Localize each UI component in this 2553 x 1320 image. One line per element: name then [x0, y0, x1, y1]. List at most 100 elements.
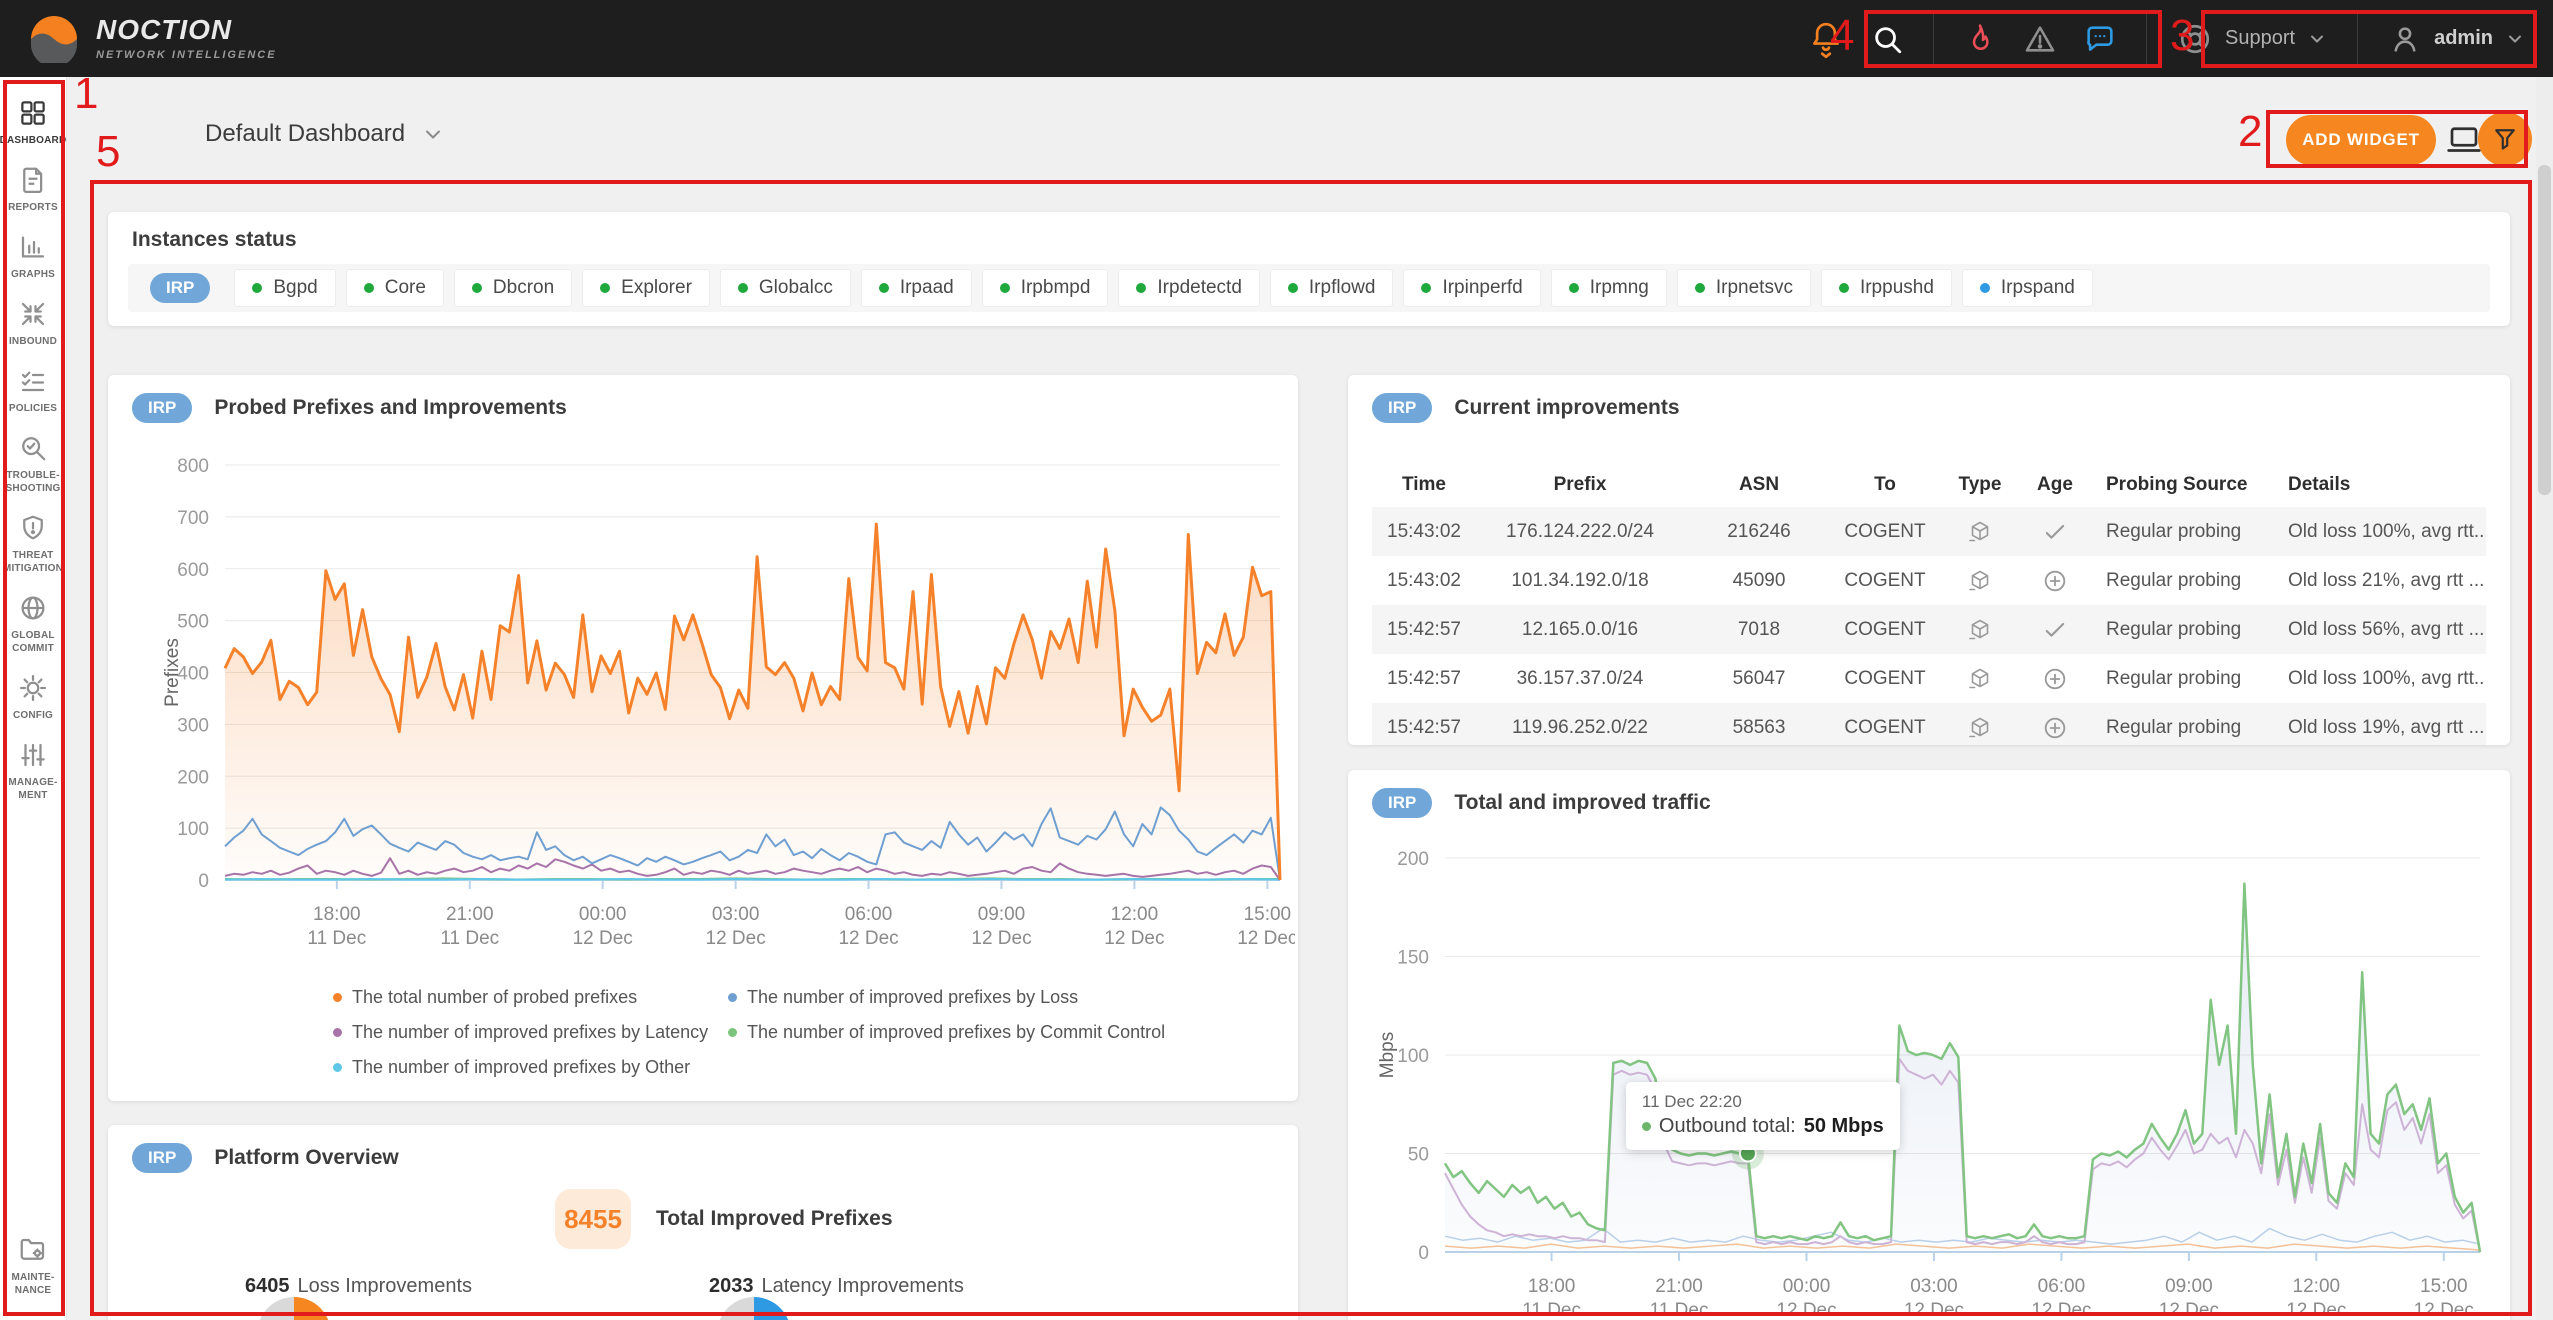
svg-text:21:0011 Dec: 21:0011 Dec	[440, 904, 499, 949]
sidebar-item-threat-mitigation[interactable]: THREAT MITIGATION	[0, 504, 66, 584]
sidebar-item-config[interactable]: CONFIG	[0, 664, 66, 731]
widget-header: IRP Probed Prefixes and Improvements	[132, 393, 567, 423]
sidebar-item-global-commit[interactable]: GLOBAL COMMIT	[0, 584, 66, 664]
instances-status-widget: Instances status IRP BgpdCoreDbcronExplo…	[108, 212, 2510, 326]
loss-improvements-stat: 6405 Loss Improvements	[245, 1275, 472, 1298]
improvements-data-table: TimePrefixASNToTypeAgeProbing SourceDeta…	[1372, 463, 2486, 745]
svg-text:12:0012 Dec: 12:0012 Dec	[1104, 904, 1164, 949]
cell-time: 15:42:57	[1372, 703, 1476, 745]
svg-text:12:0012 Dec: 12:0012 Dec	[2286, 1276, 2346, 1320]
status-dot-icon	[1421, 283, 1431, 293]
instance-name: Globalcc	[759, 277, 833, 299]
current-improvements-widget: IRP Current improvements TimePrefixASNTo…	[1348, 375, 2510, 745]
stat-value: 2033	[709, 1275, 754, 1297]
scrollbar-thumb[interactable]	[2538, 165, 2551, 495]
widget-header: IRP Current improvements	[1372, 393, 1680, 423]
filter-button[interactable]	[2478, 112, 2532, 166]
search-icon[interactable]	[1870, 22, 1904, 56]
flame-alerts-icon[interactable]	[1963, 22, 1997, 56]
instance-chip: Irppushd	[1821, 269, 1952, 307]
svg-text:00:0012 Dec: 00:0012 Dec	[1776, 1276, 1836, 1320]
status-dot-icon	[1288, 283, 1298, 293]
sidebar-item-maintenance[interactable]: MAINTE-NANCE	[0, 1226, 66, 1306]
svg-text:300: 300	[177, 715, 209, 736]
irp-badge: IRP	[132, 1143, 192, 1173]
table-row[interactable]: 15:42:5712.165.0.0/167018COGENTRegular p…	[1372, 605, 2486, 654]
legend-dot-icon	[728, 993, 737, 1002]
notifications-bell-icon[interactable]	[1808, 19, 1844, 59]
annotation-number-1: 1	[74, 72, 98, 116]
page-scrollbar[interactable]	[2536, 77, 2553, 1320]
column-header: Age	[2024, 463, 2086, 507]
traffic-chart-svg: 05010015020018:0011 Dec21:0011 Dec00:001…	[1375, 842, 2495, 1320]
tooltip-label: Outbound total:	[1659, 1115, 1796, 1138]
sidebar-item-troubleshooting[interactable]: TROUBLE-SHOOTING	[0, 424, 66, 504]
display-mode-button[interactable]	[2446, 125, 2482, 155]
dashboard-grid-icon	[18, 98, 48, 128]
svg-text:200: 200	[177, 767, 209, 788]
svg-text:150: 150	[1397, 948, 1429, 969]
svg-text:21:0011 Dec: 21:0011 Dec	[1650, 1276, 1709, 1320]
legend-label: The total number of probed prefixes	[352, 987, 637, 1008]
status-dot-icon	[600, 283, 610, 293]
cell-age	[2024, 556, 2086, 605]
tooltip-value: 50 Mbps	[1804, 1115, 1884, 1138]
cell-prefix: 119.96.252.0/22	[1476, 703, 1684, 745]
chat-bubble-icon[interactable]	[2083, 22, 2117, 56]
svg-text:03:0012 Dec: 03:0012 Dec	[1904, 1276, 1964, 1320]
cell-probing-source: Regular probing	[2086, 654, 2268, 703]
legend-item: The number of improved prefixes by Laten…	[333, 1022, 728, 1043]
chevron-down-icon	[421, 122, 445, 146]
reports-document-icon	[18, 165, 48, 195]
sidebar-item-policies[interactable]: POLICIES	[0, 357, 66, 424]
stat-label: Loss Improvements	[298, 1275, 473, 1297]
cell-asn: 56047	[1684, 654, 1834, 703]
sidebar-item-inbound[interactable]: INBOUND	[0, 290, 66, 357]
instance-chip: Irpbmpd	[982, 269, 1109, 307]
brand-tagline: NETWORK INTELLIGENCE	[96, 49, 277, 61]
irp-badge: IRP	[132, 393, 192, 423]
brand-logo[interactable]: NOCTION NETWORK INTELLIGENCE	[30, 15, 277, 63]
instance-name: Irppushd	[1860, 277, 1934, 299]
sidebar-item-label: MANAGE-MENT	[1, 776, 65, 802]
global-globe-icon	[18, 593, 48, 623]
loss-pie-chart	[257, 1297, 331, 1320]
age-new-icon	[2042, 715, 2068, 741]
column-header: ASN	[1684, 463, 1834, 507]
table-row[interactable]: 15:42:5736.157.37.0/2456047COGENTRegular…	[1372, 654, 2486, 703]
sidebar-item-graphs[interactable]: GRAPHS	[0, 223, 66, 290]
cell-age	[2024, 605, 2086, 654]
topbar-divider	[2146, 14, 2147, 64]
sidebar-item-management[interactable]: MANAGE-MENT	[0, 731, 66, 811]
sidebar-item-reports[interactable]: REPORTS	[0, 156, 66, 223]
instance-name: Explorer	[621, 277, 692, 299]
legend-dot-icon	[333, 993, 342, 1002]
latency-improvements-stat: 2033Latency Improvements	[709, 1275, 964, 1298]
stat-value: 6405	[245, 1275, 290, 1297]
warning-triangle-icon[interactable]	[2023, 22, 2057, 56]
total-improved-value: 8455	[555, 1189, 631, 1249]
table-row[interactable]: 15:42:57119.96.252.0/2258563COGENTRegula…	[1372, 703, 2486, 745]
cell-time: 15:43:02	[1372, 556, 1476, 605]
user-menu[interactable]: admin	[2388, 22, 2525, 56]
dashboard-selector[interactable]: Default Dashboard	[205, 120, 445, 148]
legend-item: The number of improved prefixes by Loss	[728, 987, 1165, 1008]
cell-prefix: 101.34.192.0/18	[1476, 556, 1684, 605]
table-row[interactable]: 15:43:02101.34.192.0/1845090COGENTRegula…	[1372, 556, 2486, 605]
status-dot-icon	[738, 283, 748, 293]
svg-text:800: 800	[177, 456, 209, 477]
cell-to: COGENT	[1834, 556, 1936, 605]
sidebar-item-dashboard[interactable]: DASHBOARD	[0, 89, 66, 156]
support-menu[interactable]: Support	[2177, 21, 2327, 57]
instance-name: Irpnetsvc	[1716, 277, 1793, 299]
cell-probing-source: Regular probing	[2086, 703, 2268, 745]
probed-prefixes-chart-svg: 010020030040050060070080018:0011 Dec21:0…	[160, 447, 1295, 955]
table-row[interactable]: 15:43:02176.124.222.0/24216246COGENTRegu…	[1372, 507, 2486, 556]
svg-text:700: 700	[177, 508, 209, 529]
widget-title: Platform Overview	[214, 1146, 398, 1170]
instance-name: Irpspand	[2001, 277, 2075, 299]
add-widget-button[interactable]: ADD WIDGET	[2286, 115, 2436, 165]
svg-text:0: 0	[198, 871, 209, 892]
legend-label: The number of improved prefixes by Laten…	[352, 1022, 708, 1043]
series-dot-icon	[1642, 1122, 1651, 1131]
